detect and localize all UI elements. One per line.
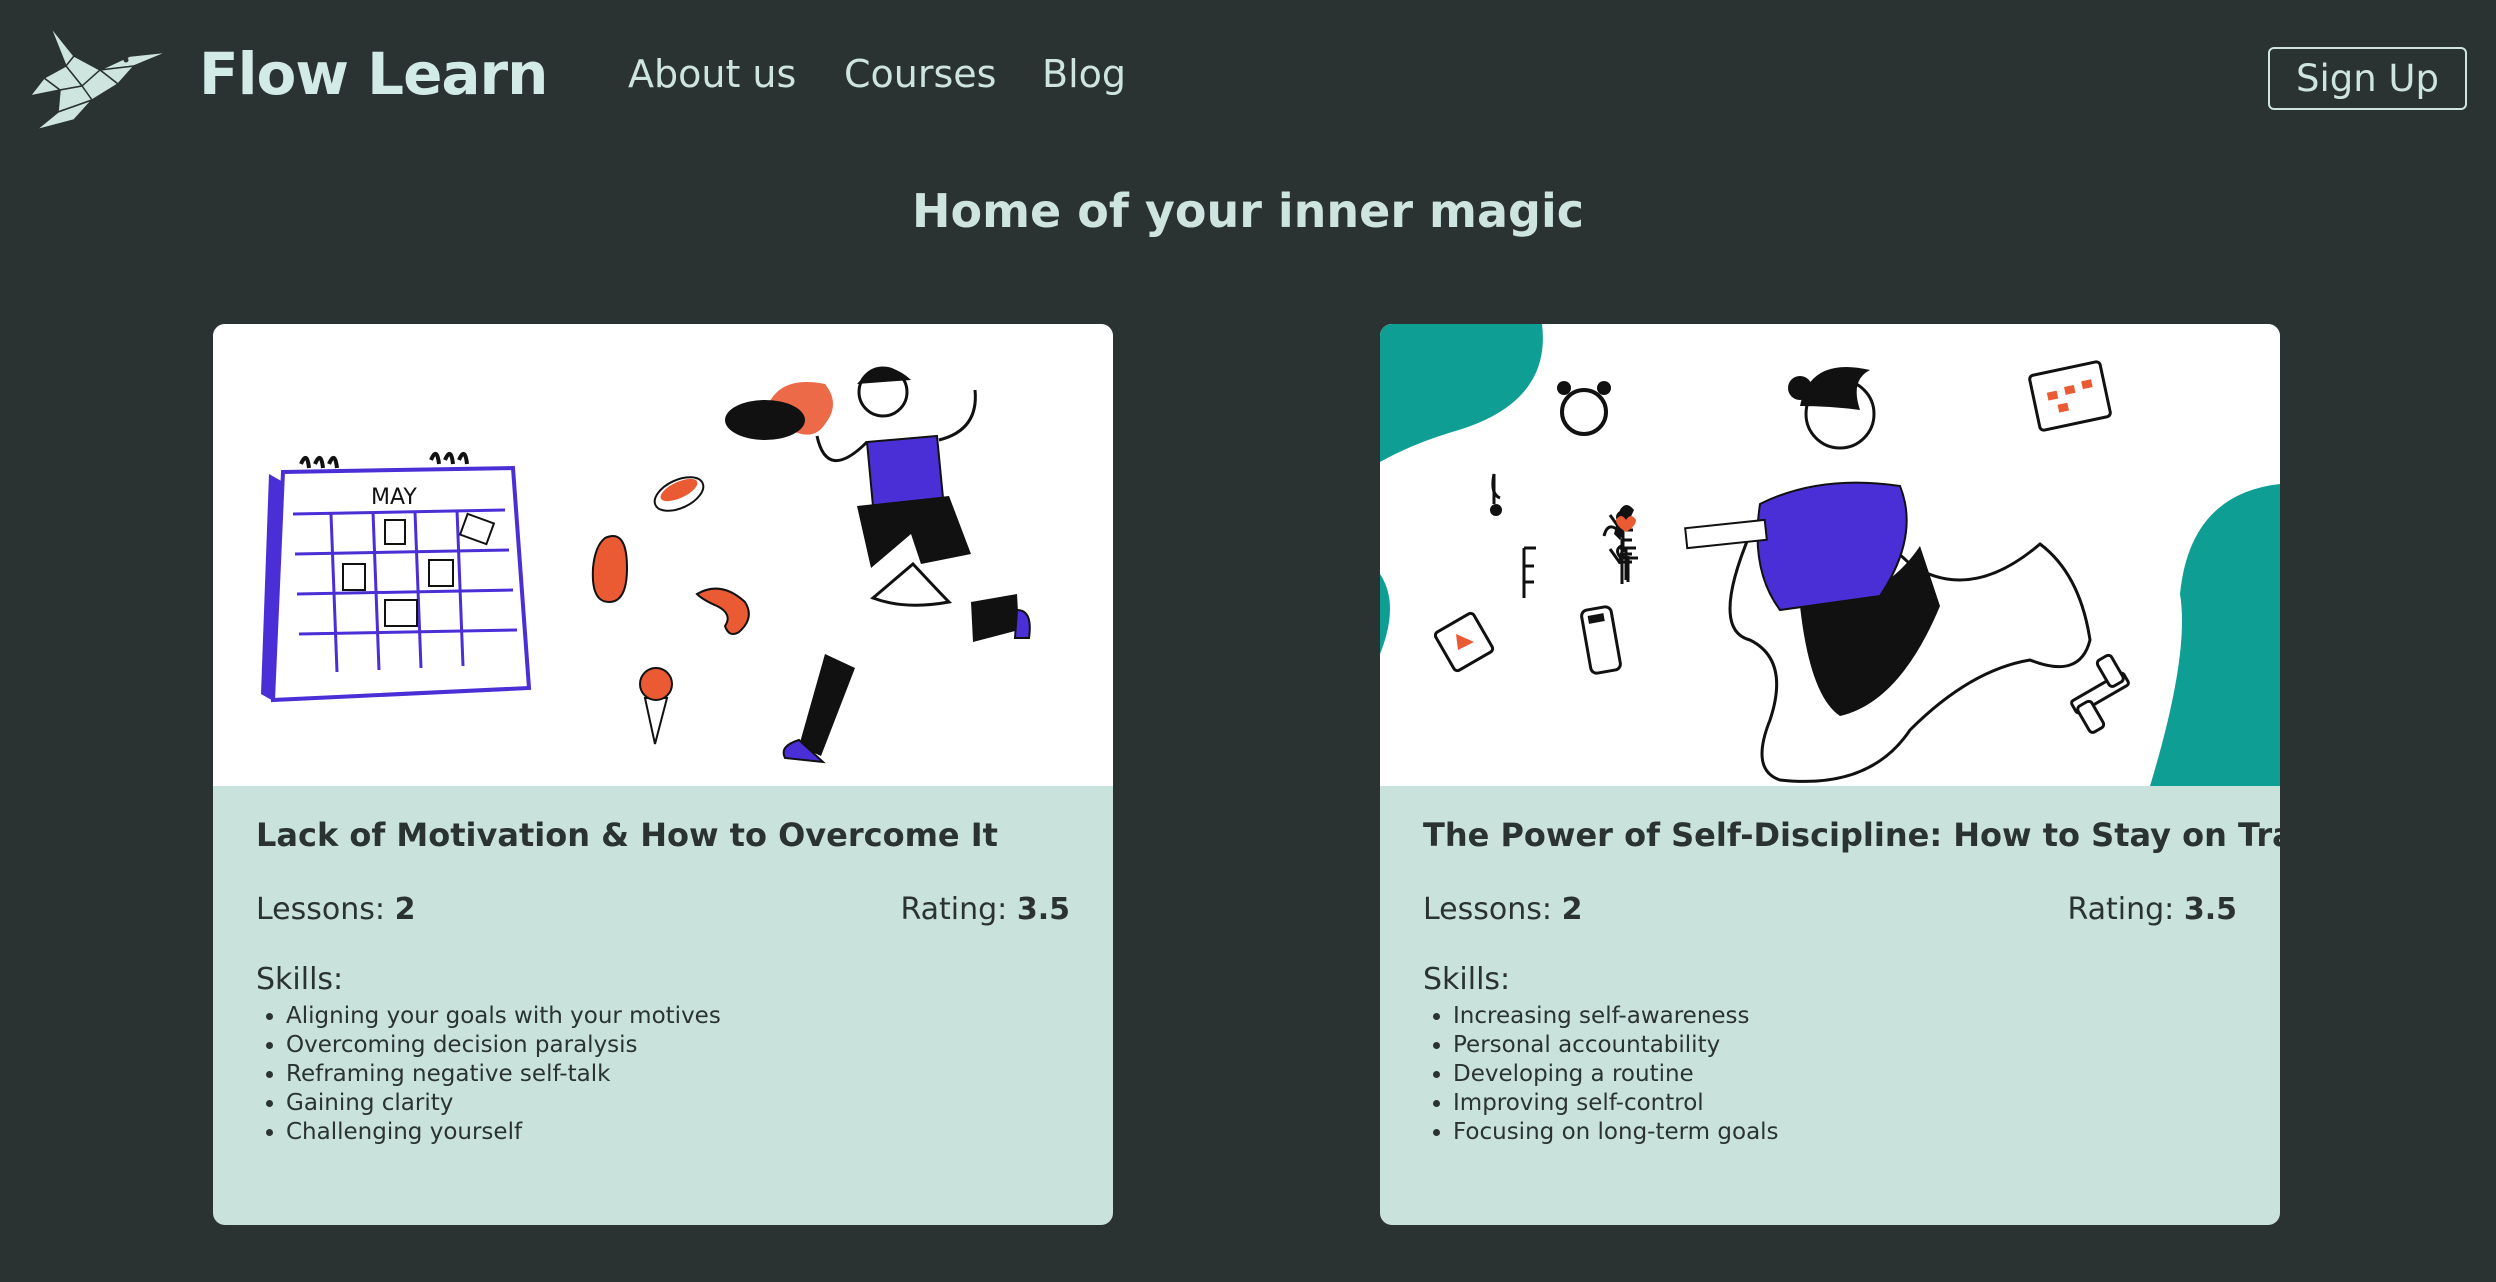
list-item: Improving self-control (1453, 1089, 1779, 1118)
sign-up-button[interactable]: Sign Up (2268, 47, 2467, 110)
water-bottle-icon (1580, 605, 1622, 675)
course-illustration: MAY (213, 324, 1113, 786)
lessons-count: Lessons: 2 (1423, 892, 1583, 927)
dumbbell-icon (2070, 653, 2130, 734)
list-item: Developing a routine (1453, 1060, 1779, 1089)
calendar-month-label: MAY (371, 485, 417, 510)
nav-courses[interactable]: Courses (844, 52, 996, 96)
course-rating: Rating: 3.5 (2067, 892, 2237, 927)
course-card-self-discipline[interactable]: The Power of Self-Discipline: How to Sta… (1380, 324, 2280, 1225)
runner-illustration (725, 366, 1031, 764)
list-item: Aligning your goals with your motives (286, 1002, 721, 1031)
skills-list: Aligning your goals with your motives Ov… (256, 1002, 721, 1147)
list-item: Increasing self-awareness (1453, 1002, 1779, 1031)
list-item: Overcoming decision paralysis (286, 1031, 721, 1060)
list-item: Personal accountability (1453, 1031, 1779, 1060)
course-title[interactable]: Lack of Motivation & How to Overcome It (256, 816, 998, 854)
skills-list: Increasing self-awareness Personal accou… (1423, 1002, 1779, 1147)
list-item: Focusing on long-term goals (1453, 1118, 1779, 1147)
music-note-icon (1490, 473, 1502, 516)
course-rating: Rating: 3.5 (900, 892, 1070, 927)
list-item: Challenging yourself (286, 1118, 721, 1147)
skills-label: Skills: (1423, 962, 1511, 997)
hummingbird-logo-icon[interactable] (30, 26, 168, 130)
food-illustration (591, 476, 750, 745)
nav-about-us[interactable]: About us (628, 52, 796, 96)
course-illustration (1380, 324, 2280, 786)
lessons-count: Lessons: 2 (256, 892, 416, 927)
woman-with-list-illustration (1684, 366, 2092, 783)
list-item: Gaining clarity (286, 1089, 721, 1118)
skills-label: Skills: (256, 962, 344, 997)
nav-blog[interactable]: Blog (1042, 52, 1126, 96)
play-card-icon (1433, 611, 1495, 673)
brand-name[interactable]: Flow Learn (199, 40, 548, 108)
course-title[interactable]: The Power of Self-Discipline: How to Sta… (1423, 816, 2280, 854)
course-card-motivation[interactable]: MAY Lack of Motivation & How to Overcome… (213, 324, 1113, 1225)
list-item: Reframing negative self-talk (286, 1060, 721, 1089)
page-headline: Home of your inner magic (911, 184, 1584, 238)
alarm-clock-icon (1557, 381, 1611, 436)
calendar-illustration: MAY (261, 452, 532, 703)
calendar-icon (2028, 360, 2112, 432)
